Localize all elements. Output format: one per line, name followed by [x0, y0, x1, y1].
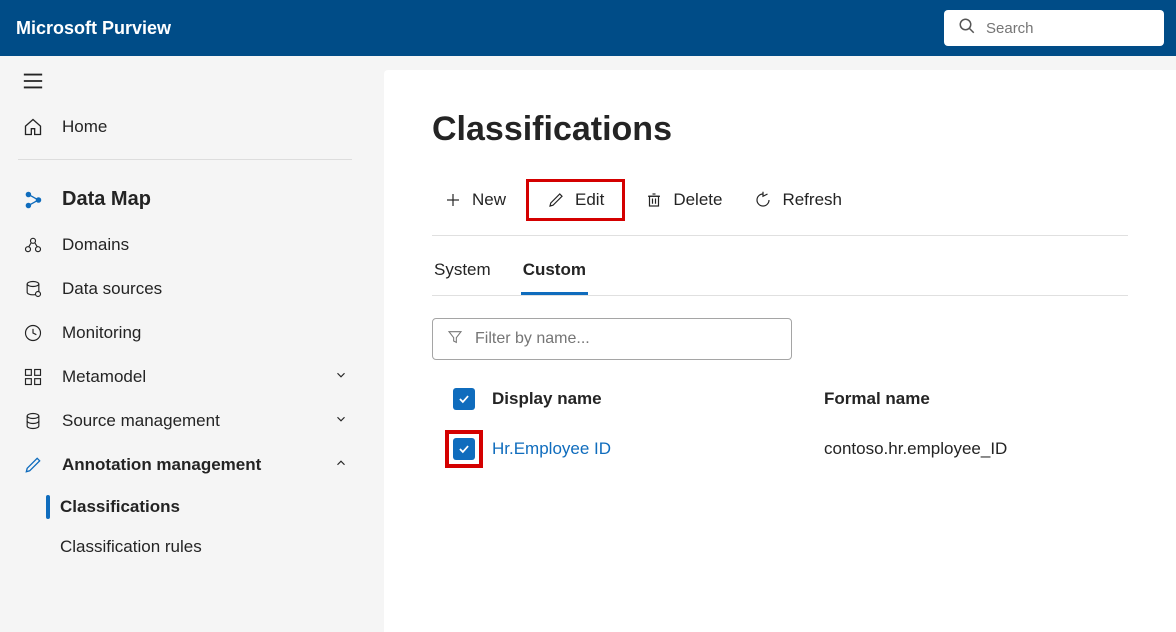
- button-label: Delete: [673, 190, 722, 210]
- select-all-cell[interactable]: [436, 388, 492, 410]
- plus-icon: [444, 191, 462, 209]
- delete-button[interactable]: Delete: [633, 184, 734, 216]
- source-management-icon: [22, 411, 44, 431]
- chevron-down-icon: [334, 367, 348, 387]
- row-check-highlight: [445, 430, 483, 468]
- row-display-name[interactable]: Hr.Employee ID: [492, 439, 824, 459]
- search-icon: [958, 17, 976, 40]
- sidebar: Home Data Map Domains Data sources: [0, 56, 370, 632]
- new-button[interactable]: New: [432, 184, 518, 216]
- annotation-icon: [22, 455, 44, 475]
- sidebar-section-data-map[interactable]: Data Map: [12, 176, 358, 223]
- sidebar-sub-classifications[interactable]: Classifications: [48, 487, 358, 527]
- sidebar-item-data-sources[interactable]: Data sources: [12, 267, 358, 311]
- row-select-cell[interactable]: [436, 430, 492, 468]
- chevron-down-icon: [334, 411, 348, 431]
- tabs: System Custom: [432, 250, 1128, 296]
- sidebar-item-label: Domains: [62, 235, 129, 255]
- sidebar-sub-classification-rules[interactable]: Classification rules: [48, 527, 358, 567]
- filter-input[interactable]: [475, 330, 777, 348]
- checkbox-checked-icon: [453, 388, 475, 410]
- app-brand: Microsoft Purview: [12, 18, 171, 39]
- data-map-icon: [22, 189, 44, 211]
- sidebar-item-label: Annotation management: [62, 455, 261, 475]
- filter-box[interactable]: [432, 318, 792, 360]
- edit-highlight: Edit: [526, 179, 625, 221]
- sidebar-item-label: Monitoring: [62, 323, 141, 343]
- table-row[interactable]: Hr.Employee ID contoso.hr.employee_ID: [432, 420, 1128, 478]
- sidebar-item-metamodel[interactable]: Metamodel: [12, 355, 358, 399]
- edit-button[interactable]: Edit: [535, 184, 616, 216]
- data-sources-icon: [22, 279, 44, 299]
- global-search[interactable]: [944, 10, 1164, 46]
- button-label: Edit: [575, 190, 604, 210]
- column-display-name[interactable]: Display name: [492, 389, 824, 409]
- monitoring-icon: [22, 323, 44, 343]
- sidebar-item-source-management[interactable]: Source management: [12, 399, 358, 443]
- sidebar-item-label: Data sources: [62, 279, 162, 299]
- global-search-input[interactable]: [986, 20, 1150, 37]
- metamodel-icon: [22, 367, 44, 387]
- grid-header: Display name Formal name: [432, 378, 1128, 420]
- column-formal-name[interactable]: Formal name: [824, 389, 1124, 409]
- home-icon: [22, 117, 44, 137]
- row-formal-name: contoso.hr.employee_ID: [824, 439, 1124, 459]
- domains-icon: [22, 235, 44, 255]
- filter-icon: [447, 329, 463, 350]
- hamburger-button[interactable]: [12, 56, 358, 105]
- sidebar-item-home[interactable]: Home: [12, 105, 358, 149]
- button-label: Refresh: [782, 190, 842, 210]
- sidebar-item-label: Home: [62, 117, 107, 137]
- page-title: Classifications: [432, 110, 1128, 149]
- tab-system[interactable]: System: [432, 250, 493, 295]
- toolbar: New Edit Delete Re: [432, 179, 1128, 236]
- checkbox-checked-icon: [453, 438, 475, 460]
- sidebar-item-annotation-management[interactable]: Annotation management: [12, 443, 358, 487]
- main-panel: Classifications New Edit: [384, 70, 1176, 632]
- sidebar-submenu-annotation: Classifications Classification rules: [12, 487, 358, 567]
- button-label: New: [472, 190, 506, 210]
- sidebar-item-label: Metamodel: [62, 367, 146, 387]
- pencil-icon: [547, 191, 565, 209]
- sidebar-item-monitoring[interactable]: Monitoring: [12, 311, 358, 355]
- trash-icon: [645, 191, 663, 209]
- sidebar-divider: [18, 159, 352, 160]
- refresh-button[interactable]: Refresh: [742, 184, 854, 216]
- sidebar-sub-label: Classification rules: [60, 537, 202, 557]
- chevron-up-icon: [334, 455, 348, 475]
- sidebar-item-domains[interactable]: Domains: [12, 223, 358, 267]
- sidebar-item-label: Source management: [62, 411, 220, 431]
- sidebar-section-label: Data Map: [62, 188, 151, 211]
- app-titlebar: Microsoft Purview: [0, 0, 1176, 56]
- tab-custom[interactable]: Custom: [521, 250, 588, 295]
- classifications-grid: Display name Formal name Hr.Employee ID …: [432, 378, 1128, 478]
- sidebar-sub-label: Classifications: [60, 497, 180, 517]
- refresh-icon: [754, 191, 772, 209]
- app-shell: Home Data Map Domains Data sources: [0, 56, 1176, 632]
